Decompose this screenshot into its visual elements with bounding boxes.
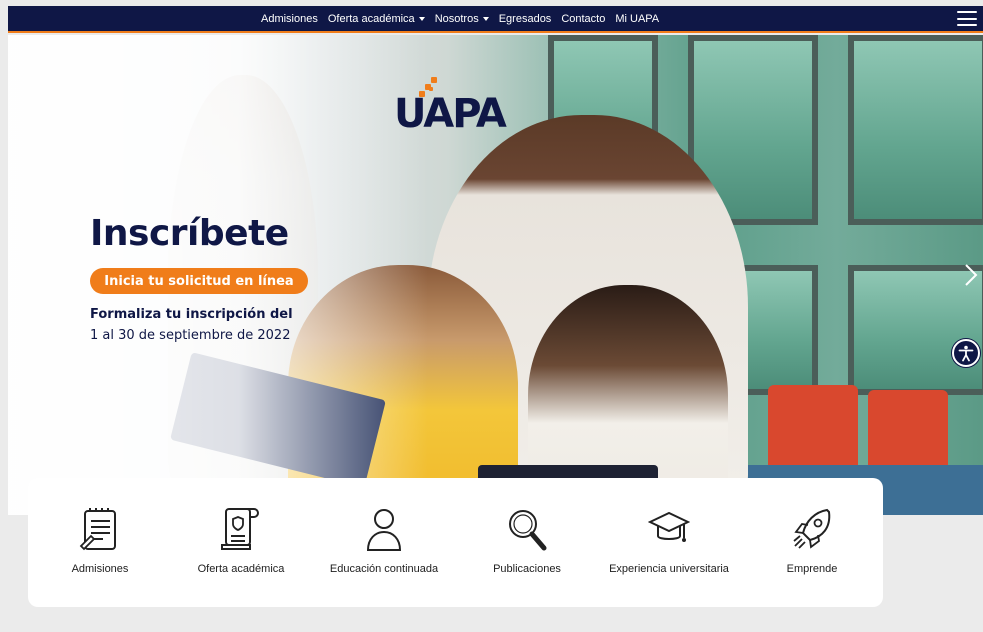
hero-subtitle: Formaliza tu inscripción del (90, 307, 293, 322)
quick-link-educacion-continuada[interactable]: Educación continuada (314, 506, 454, 575)
rocket-icon (793, 508, 831, 549)
nav-item-contacto[interactable]: Contacto (556, 13, 610, 25)
nav-item-label: Oferta académica (327, 12, 415, 25)
caret-down-icon (418, 16, 425, 21)
nav-item-label: Nosotros (434, 12, 479, 25)
quick-link-label: Educación continuada (329, 563, 439, 575)
quick-link-experiencia-universitaria[interactable]: Experiencia universitaria (599, 506, 739, 575)
nav-item-admisiones[interactable]: Admisiones (256, 13, 323, 25)
quick-link-publicaciones[interactable]: Publicaciones (457, 506, 597, 575)
quick-link-emprende[interactable]: Emprende (742, 506, 882, 575)
user-icon (366, 509, 402, 551)
quick-link-label: Experiencia universitaria (609, 563, 729, 575)
nav-item-label: Contacto (561, 12, 606, 25)
nav-item-label: Admisiones (261, 12, 318, 25)
graduation-cap-icon (648, 511, 690, 542)
hamburger-menu-icon[interactable] (957, 11, 977, 26)
nav-item-mi-uapa[interactable]: Mi UAPA (610, 13, 664, 25)
page: Admisiones Oferta académica Nosotros Egr… (8, 6, 983, 632)
accessibility-icon[interactable] (952, 339, 980, 367)
carousel-next-icon[interactable] (963, 263, 979, 287)
apply-online-button[interactable]: Inicia tu solicitud en línea (90, 268, 308, 294)
hero-dates: 1 al 30 de septiembre de 2022 (90, 328, 291, 343)
quick-link-label: Admisiones (71, 563, 129, 575)
logo-wordmark: UAPA (394, 91, 507, 137)
quick-links-card: Admisiones Oferta académica Educación co… (28, 478, 883, 607)
hero-headline: Inscríbete (90, 213, 289, 254)
quick-link-admisiones[interactable]: Admisiones (30, 506, 170, 575)
nav-item-egresados[interactable]: Egresados (494, 13, 557, 25)
quick-link-label: Emprende (786, 563, 838, 575)
uapa-logo[interactable]: UAPA (394, 77, 524, 147)
quick-link-label: Oferta académica (197, 563, 285, 575)
nav-item-label: Egresados (498, 12, 552, 25)
nav-item-nosotros[interactable]: Nosotros (430, 13, 494, 25)
top-navbar: Admisiones Oferta académica Nosotros Egr… (8, 6, 983, 33)
nav-item-label: Mi UAPA (615, 12, 660, 25)
quick-link-oferta-academica[interactable]: Oferta académica (171, 506, 311, 575)
certificate-scroll-icon (221, 508, 259, 550)
hero-banner: UAPA Inscríbete Inicia tu solicitud en l… (8, 35, 983, 515)
magnifier-icon (509, 510, 547, 551)
clipboard-list-icon (79, 508, 116, 551)
nav-item-oferta-academica[interactable]: Oferta académica (323, 13, 430, 25)
caret-down-icon (482, 16, 489, 21)
quick-link-label: Publicaciones (493, 563, 561, 575)
main-menu: Admisiones Oferta académica Nosotros Egr… (256, 6, 664, 31)
